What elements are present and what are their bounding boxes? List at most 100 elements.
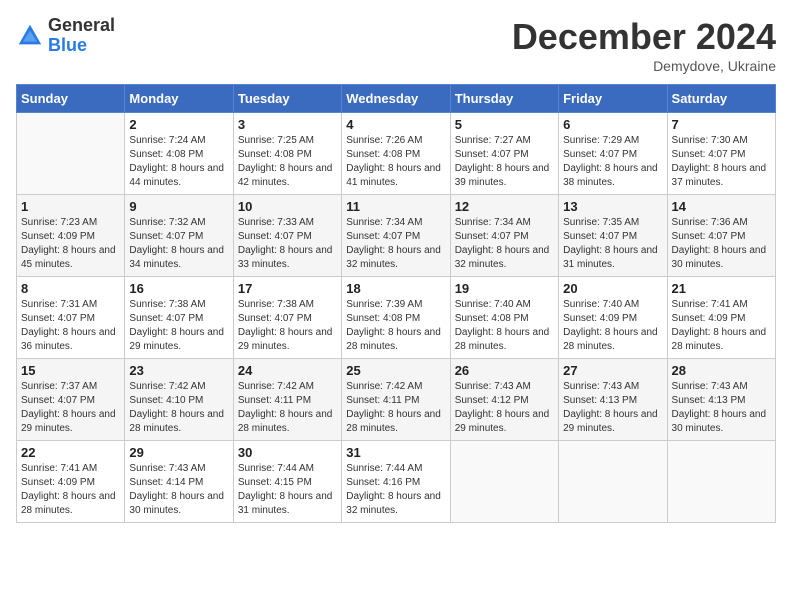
calendar-cell [17, 113, 125, 195]
calendar-cell: 5 Sunrise: 7:27 AM Sunset: 4:07 PM Dayli… [450, 113, 558, 195]
day-number: 27 [563, 363, 662, 378]
col-thursday: Thursday [450, 85, 558, 113]
day-info: Sunrise: 7:43 AM Sunset: 4:12 PM Dayligh… [455, 380, 554, 436]
day-info: Sunrise: 7:37 AM Sunset: 4:07 PM Dayligh… [21, 380, 120, 436]
col-wednesday: Wednesday [342, 85, 450, 113]
day-number: 18 [346, 281, 445, 296]
day-number: 28 [672, 363, 771, 378]
day-number: 4 [346, 117, 445, 132]
day-info: Sunrise: 7:42 AM Sunset: 4:11 PM Dayligh… [238, 380, 337, 436]
calendar-cell: 6 Sunrise: 7:29 AM Sunset: 4:07 PM Dayli… [559, 113, 667, 195]
calendar-cell: 22 Sunrise: 7:41 AM Sunset: 4:09 PM Dayl… [17, 441, 125, 523]
day-info: Sunrise: 7:43 AM Sunset: 4:14 PM Dayligh… [129, 462, 228, 518]
calendar-cell: 18 Sunrise: 7:39 AM Sunset: 4:08 PM Dayl… [342, 277, 450, 359]
day-number: 6 [563, 117, 662, 132]
calendar-cell: 21 Sunrise: 7:41 AM Sunset: 4:09 PM Dayl… [667, 277, 775, 359]
day-number: 14 [672, 199, 771, 214]
day-info: Sunrise: 7:27 AM Sunset: 4:07 PM Dayligh… [455, 134, 554, 190]
day-info: Sunrise: 7:42 AM Sunset: 4:11 PM Dayligh… [346, 380, 445, 436]
day-number: 29 [129, 445, 228, 460]
calendar-cell [667, 441, 775, 523]
day-number: 19 [455, 281, 554, 296]
calendar-cell [450, 441, 558, 523]
day-number: 30 [238, 445, 337, 460]
day-number: 23 [129, 363, 228, 378]
day-info: Sunrise: 7:32 AM Sunset: 4:07 PM Dayligh… [129, 216, 228, 272]
calendar-cell: 9 Sunrise: 7:32 AM Sunset: 4:07 PM Dayli… [125, 195, 233, 277]
calendar-cell: 16 Sunrise: 7:38 AM Sunset: 4:07 PM Dayl… [125, 277, 233, 359]
day-info: Sunrise: 7:44 AM Sunset: 4:16 PM Dayligh… [346, 462, 445, 518]
calendar-week-row: 8 Sunrise: 7:31 AM Sunset: 4:07 PM Dayli… [17, 277, 776, 359]
calendar-week-row: 2 Sunrise: 7:24 AM Sunset: 4:08 PM Dayli… [17, 113, 776, 195]
calendar-cell: 12 Sunrise: 7:34 AM Sunset: 4:07 PM Dayl… [450, 195, 558, 277]
logo-blue-text: Blue [48, 36, 115, 56]
day-number: 3 [238, 117, 337, 132]
title-area: December 2024 Demydove, Ukraine [512, 16, 776, 74]
day-info: Sunrise: 7:33 AM Sunset: 4:07 PM Dayligh… [238, 216, 337, 272]
calendar-cell: 20 Sunrise: 7:40 AM Sunset: 4:09 PM Dayl… [559, 277, 667, 359]
day-info: Sunrise: 7:41 AM Sunset: 4:09 PM Dayligh… [21, 462, 120, 518]
calendar-cell: 8 Sunrise: 7:31 AM Sunset: 4:07 PM Dayli… [17, 277, 125, 359]
calendar-cell: 31 Sunrise: 7:44 AM Sunset: 4:16 PM Dayl… [342, 441, 450, 523]
calendar-cell: 28 Sunrise: 7:43 AM Sunset: 4:13 PM Dayl… [667, 359, 775, 441]
day-number: 11 [346, 199, 445, 214]
day-info: Sunrise: 7:30 AM Sunset: 4:07 PM Dayligh… [672, 134, 771, 190]
calendar-week-row: 1 Sunrise: 7:23 AM Sunset: 4:09 PM Dayli… [17, 195, 776, 277]
col-monday: Monday [125, 85, 233, 113]
day-info: Sunrise: 7:38 AM Sunset: 4:07 PM Dayligh… [129, 298, 228, 354]
day-number: 15 [21, 363, 120, 378]
calendar-cell: 13 Sunrise: 7:35 AM Sunset: 4:07 PM Dayl… [559, 195, 667, 277]
day-info: Sunrise: 7:39 AM Sunset: 4:08 PM Dayligh… [346, 298, 445, 354]
day-number: 24 [238, 363, 337, 378]
calendar-cell: 15 Sunrise: 7:37 AM Sunset: 4:07 PM Dayl… [17, 359, 125, 441]
day-info: Sunrise: 7:40 AM Sunset: 4:09 PM Dayligh… [563, 298, 662, 354]
day-number: 7 [672, 117, 771, 132]
location-subtitle: Demydove, Ukraine [512, 58, 776, 74]
day-info: Sunrise: 7:43 AM Sunset: 4:13 PM Dayligh… [672, 380, 771, 436]
col-tuesday: Tuesday [233, 85, 341, 113]
month-title: December 2024 [512, 16, 776, 58]
day-info: Sunrise: 7:43 AM Sunset: 4:13 PM Dayligh… [563, 380, 662, 436]
calendar-cell: 30 Sunrise: 7:44 AM Sunset: 4:15 PM Dayl… [233, 441, 341, 523]
calendar-cell: 23 Sunrise: 7:42 AM Sunset: 4:10 PM Dayl… [125, 359, 233, 441]
day-info: Sunrise: 7:34 AM Sunset: 4:07 PM Dayligh… [455, 216, 554, 272]
calendar-cell: 7 Sunrise: 7:30 AM Sunset: 4:07 PM Dayli… [667, 113, 775, 195]
calendar-week-row: 22 Sunrise: 7:41 AM Sunset: 4:09 PM Dayl… [17, 441, 776, 523]
day-info: Sunrise: 7:31 AM Sunset: 4:07 PM Dayligh… [21, 298, 120, 354]
day-number: 21 [672, 281, 771, 296]
calendar-cell: 10 Sunrise: 7:33 AM Sunset: 4:07 PM Dayl… [233, 195, 341, 277]
calendar-table: Sunday Monday Tuesday Wednesday Thursday… [16, 84, 776, 523]
calendar-cell: 19 Sunrise: 7:40 AM Sunset: 4:08 PM Dayl… [450, 277, 558, 359]
day-number: 1 [21, 199, 120, 214]
calendar-cell: 17 Sunrise: 7:38 AM Sunset: 4:07 PM Dayl… [233, 277, 341, 359]
calendar-cell: 29 Sunrise: 7:43 AM Sunset: 4:14 PM Dayl… [125, 441, 233, 523]
page-header: General Blue December 2024 Demydove, Ukr… [16, 16, 776, 74]
day-number: 5 [455, 117, 554, 132]
day-info: Sunrise: 7:34 AM Sunset: 4:07 PM Dayligh… [346, 216, 445, 272]
day-number: 2 [129, 117, 228, 132]
calendar-header-row: Sunday Monday Tuesday Wednesday Thursday… [17, 85, 776, 113]
calendar-cell: 3 Sunrise: 7:25 AM Sunset: 4:08 PM Dayli… [233, 113, 341, 195]
day-info: Sunrise: 7:38 AM Sunset: 4:07 PM Dayligh… [238, 298, 337, 354]
day-info: Sunrise: 7:42 AM Sunset: 4:10 PM Dayligh… [129, 380, 228, 436]
day-info: Sunrise: 7:41 AM Sunset: 4:09 PM Dayligh… [672, 298, 771, 354]
day-info: Sunrise: 7:29 AM Sunset: 4:07 PM Dayligh… [563, 134, 662, 190]
day-number: 16 [129, 281, 228, 296]
day-info: Sunrise: 7:24 AM Sunset: 4:08 PM Dayligh… [129, 134, 228, 190]
day-info: Sunrise: 7:26 AM Sunset: 4:08 PM Dayligh… [346, 134, 445, 190]
calendar-cell [559, 441, 667, 523]
day-info: Sunrise: 7:25 AM Sunset: 4:08 PM Dayligh… [238, 134, 337, 190]
col-sunday: Sunday [17, 85, 125, 113]
day-number: 31 [346, 445, 445, 460]
day-info: Sunrise: 7:23 AM Sunset: 4:09 PM Dayligh… [21, 216, 120, 272]
calendar-cell: 26 Sunrise: 7:43 AM Sunset: 4:12 PM Dayl… [450, 359, 558, 441]
calendar-week-row: 15 Sunrise: 7:37 AM Sunset: 4:07 PM Dayl… [17, 359, 776, 441]
col-friday: Friday [559, 85, 667, 113]
day-number: 26 [455, 363, 554, 378]
calendar-cell: 4 Sunrise: 7:26 AM Sunset: 4:08 PM Dayli… [342, 113, 450, 195]
day-info: Sunrise: 7:40 AM Sunset: 4:08 PM Dayligh… [455, 298, 554, 354]
day-info: Sunrise: 7:44 AM Sunset: 4:15 PM Dayligh… [238, 462, 337, 518]
calendar-cell: 25 Sunrise: 7:42 AM Sunset: 4:11 PM Dayl… [342, 359, 450, 441]
calendar-cell: 1 Sunrise: 7:23 AM Sunset: 4:09 PM Dayli… [17, 195, 125, 277]
col-saturday: Saturday [667, 85, 775, 113]
